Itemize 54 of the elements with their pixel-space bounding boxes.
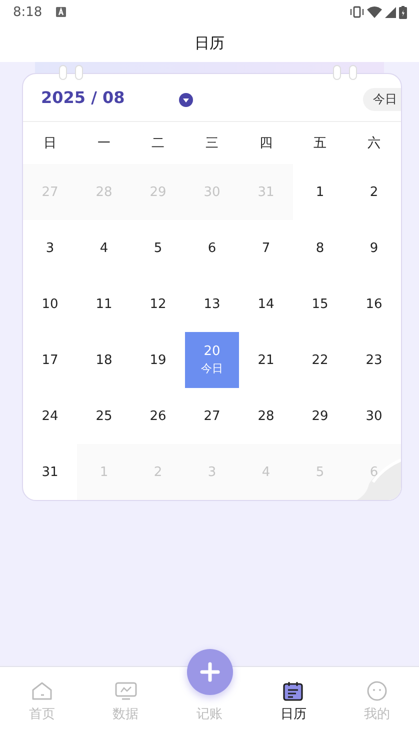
plus-icon bbox=[200, 662, 220, 682]
notification-icon bbox=[56, 7, 66, 17]
weekday-label: 五 bbox=[312, 135, 328, 153]
weekday-label: 一 bbox=[96, 135, 112, 153]
weekday-label: 日 bbox=[42, 135, 58, 153]
day-cell[interactable]: 25 bbox=[77, 388, 131, 444]
day-cell[interactable]: 4 bbox=[77, 220, 131, 276]
smiley-icon bbox=[366, 680, 388, 702]
day-cell[interactable]: 10 bbox=[23, 276, 77, 332]
day-cell[interactable]: 3 bbox=[23, 220, 77, 276]
weekday-label: 六 bbox=[366, 135, 382, 153]
day-cell[interactable]: 23 bbox=[347, 332, 401, 388]
nav-tab[interactable]: 日历 bbox=[251, 667, 336, 744]
day-cell[interactable]: 21 bbox=[239, 332, 293, 388]
day-cell[interactable]: 9 bbox=[347, 220, 401, 276]
day-cell[interactable]: 26 bbox=[131, 388, 185, 444]
day-cell[interactable]: 31 bbox=[23, 444, 77, 500]
day-cell[interactable]: 14 bbox=[239, 276, 293, 332]
day-cell[interactable]: 19 bbox=[131, 332, 185, 388]
day-cell[interactable]: 28 bbox=[239, 388, 293, 444]
day-cell[interactable]: 11 bbox=[77, 276, 131, 332]
weekday-label: 四 bbox=[258, 135, 274, 153]
day-cell[interactable]: 8 bbox=[293, 220, 347, 276]
page-title: 日历 bbox=[194, 34, 224, 52]
day-cell[interactable]: 18 bbox=[77, 332, 131, 388]
day-cell[interactable]: 5 bbox=[131, 220, 185, 276]
signal-icon bbox=[385, 6, 396, 18]
day-cell[interactable]: 24 bbox=[23, 388, 77, 444]
status-time: 8:18 bbox=[13, 4, 42, 20]
month-label: 2025 / 08 bbox=[41, 88, 125, 107]
day-cell[interactable]: 6 bbox=[185, 220, 239, 276]
day-cell[interactable]: 13 bbox=[185, 276, 239, 332]
home-icon bbox=[30, 680, 53, 702]
day-cell[interactable]: 22 bbox=[293, 332, 347, 388]
wifi-icon bbox=[367, 6, 382, 18]
today-button[interactable]: 今日 bbox=[363, 88, 401, 111]
calendar-icon bbox=[282, 680, 304, 702]
day-cell[interactable]: 30 bbox=[347, 388, 401, 444]
battery-icon bbox=[399, 6, 407, 18]
day-cell[interactable]: 29 bbox=[293, 388, 347, 444]
day-cell[interactable]: 2 bbox=[347, 164, 401, 220]
day-cell[interactable]: 1 bbox=[293, 164, 347, 220]
chart-icon bbox=[114, 680, 137, 702]
add-button[interactable] bbox=[187, 649, 233, 695]
day-cell[interactable]: 12 bbox=[131, 276, 185, 332]
day-cell[interactable]: 16 bbox=[347, 276, 401, 332]
vibrate-icon bbox=[350, 6, 364, 18]
dropdown-icon[interactable] bbox=[178, 92, 193, 106]
weekday-label: 二 bbox=[150, 135, 166, 153]
day-cell[interactable]: 17 bbox=[23, 332, 77, 388]
weekday-label: 三 bbox=[204, 135, 220, 153]
day-cell[interactable]: 15 bbox=[293, 276, 347, 332]
day-cell[interactable]: 7 bbox=[239, 220, 293, 276]
day-cell[interactable]: 27 bbox=[185, 388, 239, 444]
